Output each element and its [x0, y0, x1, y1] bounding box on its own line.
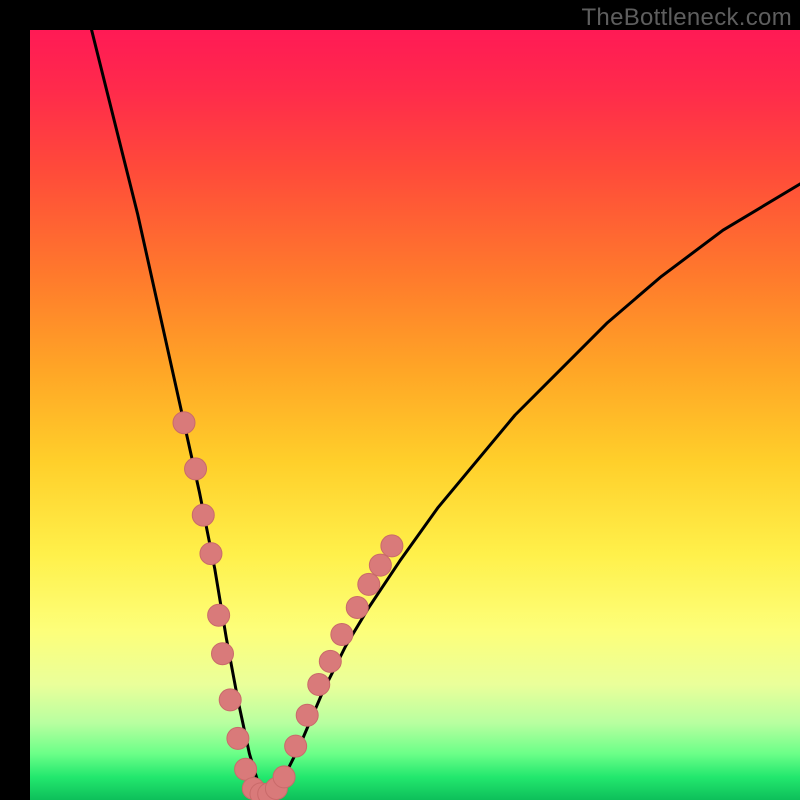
- watermark-text: TheBottleneck.com: [581, 4, 792, 32]
- bottleneck-curve: [92, 30, 800, 792]
- marker-dot: [273, 766, 295, 788]
- marker-dot: [358, 573, 380, 595]
- chart-frame: TheBottleneck.com: [0, 0, 800, 800]
- marker-dot: [381, 535, 403, 557]
- marker-dot: [296, 704, 318, 726]
- marker-dot: [285, 735, 307, 757]
- marker-dot: [192, 504, 214, 526]
- marker-dot: [331, 623, 353, 645]
- marker-dot: [308, 674, 330, 696]
- marker-dot: [369, 554, 391, 576]
- marker-dot: [219, 689, 241, 711]
- marker-dot: [319, 650, 341, 672]
- marker-dot: [185, 458, 207, 480]
- marker-dot: [346, 597, 368, 619]
- marker-group: [173, 412, 403, 800]
- marker-dot: [212, 643, 234, 665]
- curve-svg: [30, 30, 800, 800]
- marker-dot: [235, 758, 257, 780]
- marker-dot: [173, 412, 195, 434]
- marker-dot: [227, 727, 249, 749]
- marker-dot: [200, 543, 222, 565]
- marker-dot: [208, 604, 230, 626]
- plot-area: [30, 30, 800, 800]
